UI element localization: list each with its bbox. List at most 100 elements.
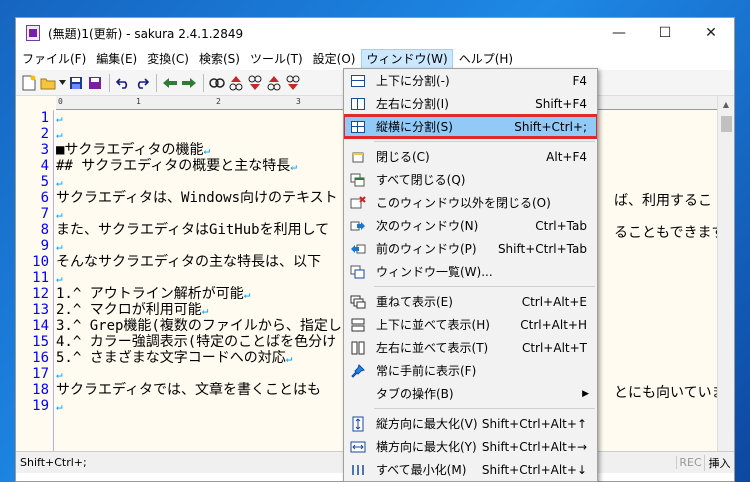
menu-settings[interactable]: 設定(O) [309,49,360,69]
minimize-button[interactable]: — [596,18,642,48]
menu-window-list[interactable]: ウィンドウ一覧(W)... [344,260,597,283]
submenu-arrow-icon: ▶ [582,388,589,399]
grep-icon[interactable] [284,74,302,92]
tile-horizontal-icon [344,313,372,336]
scroll-up-icon[interactable]: ▲ [718,96,734,113]
menu-split-horizontal[interactable]: 上下に分割(-) F4 [344,69,597,92]
toolbar-separator [203,73,204,92]
line-number: 15 [32,334,49,350]
eol-mark: ↵ [290,160,297,173]
menu-close[interactable]: 閉じる(C) Alt+F4 [344,145,597,168]
eol-mark: ↵ [56,368,63,381]
text-line-overflow: ば、利用するこ [614,193,712,209]
line-number: 8 [40,222,49,238]
jump-forward-icon[interactable] [180,74,198,92]
menu-bar: ファイル(F) 編集(E) 変換(C) 検索(S) ツール(T) 設定(O) ウ… [16,48,734,70]
sakura-app-icon [26,25,40,41]
replace-icon[interactable] [265,74,283,92]
eol-mark: ↵ [56,240,63,253]
line-number: 11 [32,270,49,286]
menu-next-window[interactable]: 次のウィンドウ(N) Ctrl+Tab [344,214,597,237]
scroll-thumb[interactable] [721,116,732,132]
ruler-mark: 3 [296,97,301,106]
split-horizontal-icon [344,69,372,92]
menu-close-all[interactable]: すべて閉じる(Q) [344,168,597,191]
window-menu-dropdown: 上下に分割(-) F4 左右に分割(I) Shift+F4 縦横に分割(S) S… [343,68,598,482]
line-number: 16 [32,350,49,366]
line-number: 14 [32,318,49,334]
close-others-icon [344,191,372,214]
window-title: (無題)1(更新) - sakura 2.4.1.2849 [48,26,244,41]
menu-close-others[interactable]: このウィンドウ以外を閉じる(O) [344,191,597,214]
open-folder-icon[interactable] [39,74,57,92]
eol-mark: ↵ [56,272,63,285]
line-number: 7 [40,206,49,222]
line-number: 1 [40,110,49,126]
maximize-button[interactable]: ☐ [642,18,688,48]
menu-file[interactable]: ファイル(F) [18,49,90,69]
menu-maximize-horizontal[interactable]: 横方向に最大化(Y) Shift+Ctrl+Alt+→ [344,435,597,458]
save-icon[interactable] [67,74,85,92]
menu-prev-window[interactable]: 前のウィンドウ(P) Shift+Ctrl+Tab [344,237,597,260]
undo-icon[interactable] [114,74,132,92]
eol-mark: ↵ [56,112,63,125]
eol-mark: ↵ [56,128,63,141]
eol-mark: ↵ [56,208,63,221]
menu-split-cross[interactable]: 縦横に分割(S) Shift+Ctrl+; [344,114,597,139]
menu-tile-horizontal[interactable]: 上下に並べて表示(H) Ctrl+Alt+H [344,313,597,336]
save-all-icon[interactable] [86,74,104,92]
menu-convert[interactable]: 変換(C) [143,49,193,69]
redo-icon[interactable] [133,74,151,92]
status-insert-mode[interactable]: 挿入 [704,454,734,471]
toolbar-separator [109,73,110,92]
close-window-icon [344,145,372,168]
dropdown-icon[interactable] [58,74,66,92]
cascade-icon [344,290,372,313]
line-number-gutter: 1 2 3 4 5 6 7 8 9 10 11 12 13 14 15 16 1… [16,110,54,451]
new-file-icon[interactable] [20,74,38,92]
vertical-scrollbar[interactable]: ▲ [717,96,734,451]
menu-tools[interactable]: ツール(T) [246,49,307,69]
menu-maximize-vertical[interactable]: 縦方向に最大化(V) Shift+Ctrl+Alt+↑ [344,412,597,435]
ruler-mark: 2 [216,97,221,106]
menu-cascade[interactable]: 重ねて表示(E) Ctrl+Alt+E [344,290,597,313]
line-number: 18 [32,382,49,398]
menu-minimize-all[interactable]: すべて最小化(M) Shift+Ctrl+Alt+↓ [344,458,597,481]
split-cross-icon [344,115,372,138]
menu-edit[interactable]: 編集(E) [92,49,141,69]
close-button[interactable]: ✕ [688,18,734,48]
menu-always-on-top[interactable]: 常に手前に表示(F) [344,359,597,382]
line-number: 3 [40,142,49,158]
line-number: 19 [32,398,49,414]
menu-search[interactable]: 検索(S) [195,49,244,69]
next-window-icon [344,214,372,237]
jump-back-icon[interactable] [161,74,179,92]
window-list-icon [344,260,372,283]
menu-window[interactable]: ウィンドウ(W) [361,49,453,69]
menu-split-vertical[interactable]: 左右に分割(I) Shift+F4 [344,92,597,115]
maximize-vertical-icon [344,412,372,435]
text-line-overflow: ることもできます [614,225,726,241]
search-down-icon[interactable] [246,74,264,92]
menu-separator [374,286,595,287]
menu-help[interactable]: ヘルプ(H) [455,49,517,69]
line-number: 12 [32,286,49,302]
menu-tab-operations[interactable]: タブの操作(B) ▶ [344,382,597,405]
eol-mark: ↵ [285,352,293,365]
line-number: 4 [40,158,49,174]
eol-mark: ↵ [243,288,251,301]
search-up-icon[interactable] [227,74,245,92]
ruler-mark: 1 [136,97,141,106]
line-number: 5 [40,174,49,190]
eol-mark: ↵ [56,176,63,189]
close-all-icon [344,168,372,191]
minimize-all-icon [344,458,372,481]
menu-tile-vertical[interactable]: 左右に並べて表示(T) Ctrl+Alt+T [344,336,597,359]
prev-window-icon [344,237,372,260]
ruler-mark: 0 [58,97,63,106]
eol-mark: ↵ [203,144,211,157]
line-number: 10 [32,254,49,270]
search-icon[interactable] [208,74,226,92]
status-rec: REC [676,456,704,469]
maximize-horizontal-icon [344,435,372,458]
